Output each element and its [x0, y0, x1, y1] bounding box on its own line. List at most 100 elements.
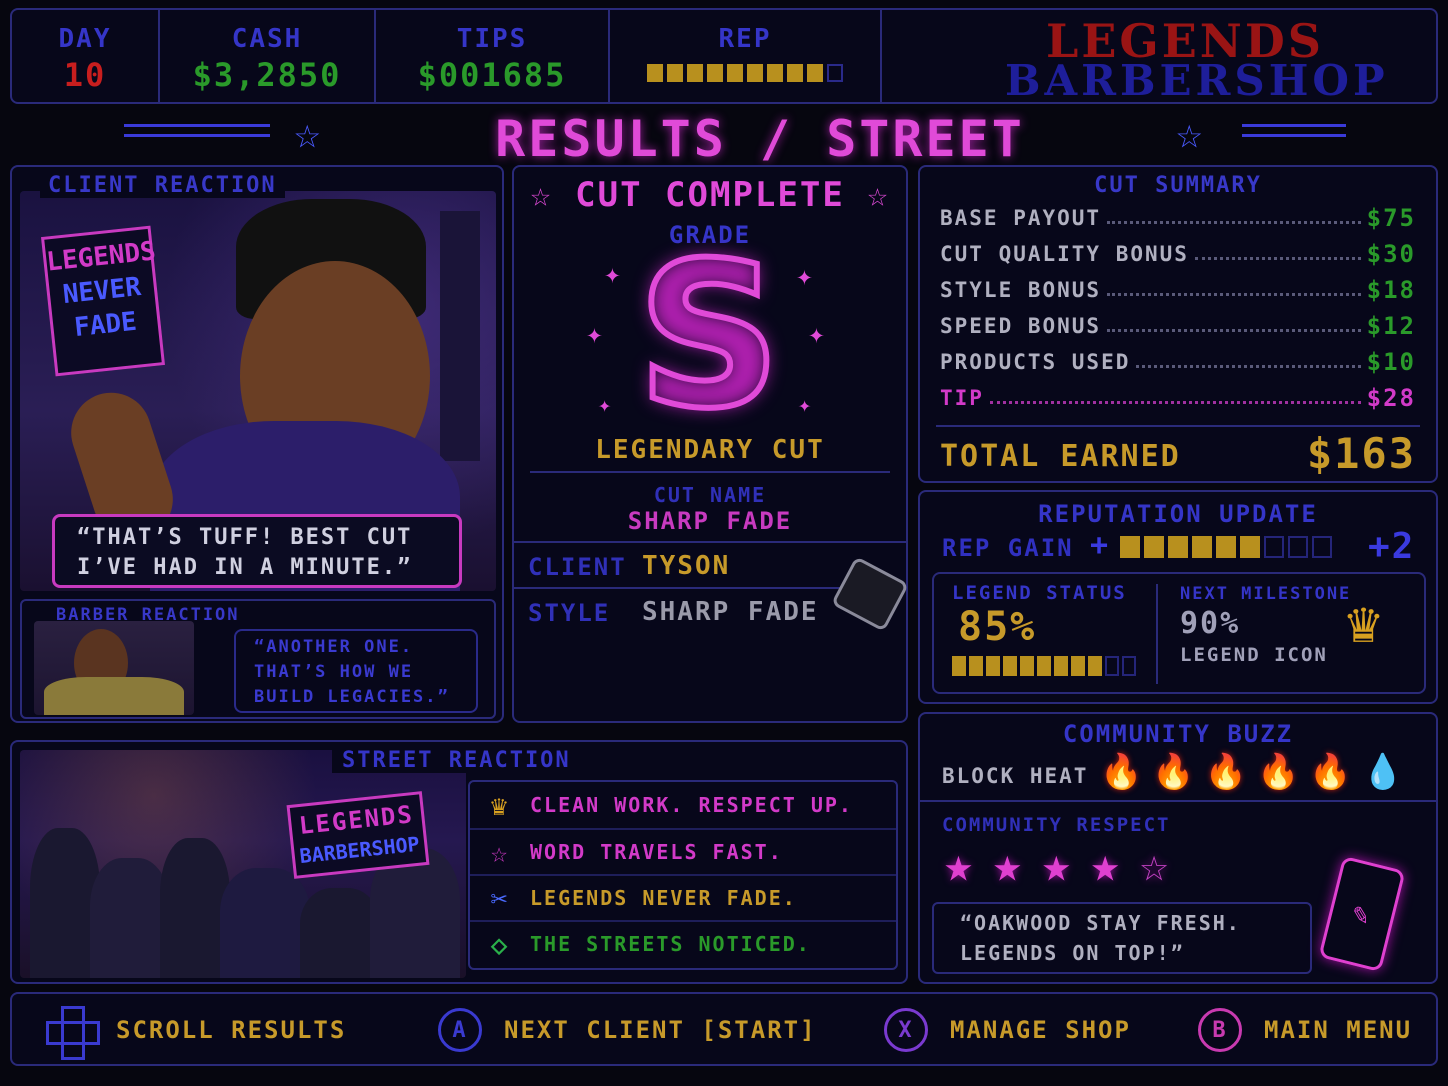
main-menu-button[interactable]: B MAIN MENU: [1198, 1008, 1412, 1052]
summary-row: SPEED BONUS $12: [940, 312, 1416, 340]
cash-value: $3,2850: [192, 56, 342, 94]
block-heat-meter: 🔥 🔥 🔥 🔥 🔥 💧: [1100, 752, 1406, 792]
diamond-icon: ◇: [490, 927, 510, 961]
crown-icon: ♛: [1346, 588, 1383, 656]
legend-status-box: LEGEND STATUS 85% NEXT MILESTONE 90% LEG…: [932, 572, 1426, 694]
meter-segment: [952, 656, 966, 676]
rep-stat: REP: [610, 10, 880, 102]
meter-segment: [1168, 536, 1188, 558]
b-button-icon: B: [1198, 1008, 1242, 1052]
legends-never-fade-sign: LEGENDS NEVER FADE: [40, 225, 166, 377]
logo-barbershop: BARBERSHOP: [1005, 56, 1389, 105]
scissors-icon: ✂: [490, 881, 510, 915]
barber-portrait: [34, 621, 194, 715]
cut-complete-panel: ☆ CUT COMPLETE ☆ GRADE ✦ ✦ ✦ ✦ ✦ ✦ S LEG…: [512, 165, 910, 723]
meter-segment: [1105, 656, 1119, 676]
rep-gain-meter: [1120, 536, 1332, 558]
list-item: ✂ LEGENDS NEVER FADE.: [470, 874, 896, 920]
legend-status-label: LEGEND STATUS: [952, 582, 1127, 604]
main-menu-label: MAIN MENU: [1264, 1016, 1413, 1044]
summary-row: STYLE BONUS $18: [940, 276, 1416, 304]
meter-segment: [1312, 536, 1332, 558]
meter-segment: [1120, 536, 1140, 558]
cut-summary-heading: CUT SUMMARY: [1094, 173, 1262, 198]
cut-complete-heading: ☆ CUT COMPLETE ☆: [530, 175, 890, 215]
next-milestone-value: 90%: [1180, 606, 1241, 641]
street-reaction-heading: STREET REACTION: [332, 748, 581, 773]
clippers-icon: [830, 556, 910, 632]
star-icon: ☆: [490, 835, 510, 869]
bottom-controls-bar: SCROLL RESULTS A NEXT CLIENT [START] X M…: [10, 992, 1438, 1066]
legend-status-meter: [952, 656, 1136, 676]
reputation-update-panel: REPUTATION UPDATE REP GAIN + +2 LEGEND S…: [918, 490, 1438, 704]
meter-segment: [747, 64, 763, 82]
rep-gain-value: +2: [1368, 526, 1416, 567]
day-label: DAY: [58, 24, 112, 54]
tips-value: $001685: [417, 56, 567, 94]
tips-stat: TIPS $001685: [376, 10, 608, 102]
screen-title-bar: ☆ RESULTS / STREET REACTION ☆: [0, 108, 1448, 226]
community-respect-rating: ★ ★ ★ ★ ☆: [944, 840, 1171, 890]
style-label: STYLE: [528, 599, 611, 627]
meter-segment: [1020, 656, 1034, 676]
street-reaction-panel: LEGENDS BARBERSHOP STREET REACTION ♛ CLE…: [10, 740, 908, 984]
plus-sign: +: [1090, 528, 1111, 563]
phone-icon: ✎: [1318, 855, 1406, 973]
client-reaction-panel: LEGENDS NEVER FADE CLIENT REACTION “THAT…: [10, 165, 504, 723]
meter-segment: [1144, 536, 1164, 558]
star-icon: ★: [992, 837, 1024, 893]
total-earned-label: TOTAL EARNED: [940, 439, 1181, 474]
meter-segment: [687, 64, 703, 82]
manage-shop-label: MANAGE SHOP: [950, 1016, 1131, 1044]
street-crowd-scene: LEGENDS BARBERSHOP: [20, 750, 466, 978]
summary-row: CUT QUALITY BONUS $30: [940, 240, 1416, 268]
meter-segment: [727, 64, 743, 82]
star-icon: ☆: [1176, 108, 1205, 159]
day-value: 10: [63, 56, 107, 94]
style-value: SHARP FADE: [642, 597, 819, 627]
tips-label: TIPS: [456, 24, 528, 54]
cut-summary-panel: CUT SUMMARY BASE PAYOUT $75 CUT QUALITY B…: [918, 165, 1438, 483]
summary-row: PRODUCTS USED $10: [940, 348, 1416, 376]
legends-barbershop-sign: LEGENDS BARBERSHOP: [286, 791, 430, 879]
client-label: CLIENT: [528, 553, 627, 581]
street-reaction-list: ♛ CLEAN WORK. RESPECT UP. ☆ WORD TRAVELS…: [468, 780, 898, 970]
star-icon: ☆: [294, 108, 323, 159]
next-client-label: NEXT CLIENT [START]: [504, 1016, 817, 1044]
barber-reaction-box: BARBER REACTION “ANOTHER ONE. THAT’S HOW…: [20, 599, 496, 719]
cut-name-label: CUT NAME: [653, 483, 767, 507]
meter-segment: [969, 656, 983, 676]
meter-segment: [667, 64, 683, 82]
meter-segment: [1216, 536, 1236, 558]
dpad-icon: [46, 1006, 100, 1060]
meter-segment: [707, 64, 723, 82]
list-item: ◇ THE STREETS NOTICED.: [470, 920, 896, 966]
x-button-icon: X: [884, 1008, 928, 1052]
a-button-icon: A: [438, 1008, 482, 1052]
scroll-results-label: SCROLL RESULTS: [116, 1016, 347, 1044]
empty-flame-icon: 💧: [1361, 752, 1407, 792]
star-icon: ★: [1090, 837, 1122, 893]
meter-segment: [1037, 656, 1051, 676]
next-milestone-label: NEXT MILESTONE: [1180, 584, 1352, 604]
summary-row: BASE PAYOUT $75: [940, 204, 1416, 232]
meter-segment: [1122, 656, 1136, 676]
crown-icon: ♛: [490, 788, 510, 822]
flame-icon: 🔥: [1204, 752, 1250, 792]
legend-status-value: 85%: [958, 604, 1037, 650]
meter-segment: [787, 64, 803, 82]
meter-segment: [986, 656, 1000, 676]
client-reaction-heading: CLIENT REACTION: [40, 173, 285, 198]
flame-icon: 🔥: [1309, 752, 1354, 792]
meter-segment: [767, 64, 783, 82]
meter-segment: [827, 64, 843, 82]
meter-segment: [1088, 656, 1102, 676]
cash-stat: CASH $3,2850: [160, 10, 374, 102]
grade-description: LEGENDARY CUT: [595, 435, 825, 465]
flame-icon: 🔥: [1257, 752, 1302, 792]
meter-segment: [1288, 536, 1308, 558]
manage-shop-button[interactable]: X MANAGE SHOP: [884, 1008, 1131, 1052]
community-buzz-panel: COMMUNITY BUZZ BLOCK HEAT 🔥 🔥 🔥 🔥 🔥 💧 COMMUNI…: [918, 712, 1438, 984]
scroll-results-button[interactable]: SCROLL RESULTS: [46, 1006, 347, 1060]
next-client-button[interactable]: A NEXT CLIENT [START]: [438, 1008, 817, 1052]
